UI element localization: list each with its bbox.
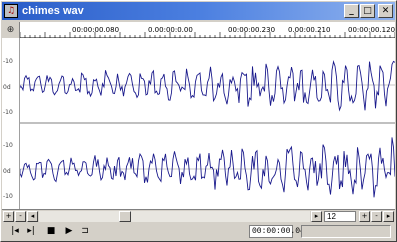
zoom-fit-icon[interactable]: ⊕ (2, 22, 20, 38)
window-title: chimes wav (22, 5, 84, 17)
amplitude-scale: -10 0d -10 -10 0d -10 (2, 38, 20, 209)
scroll-track[interactable] (39, 211, 310, 222)
channel-2-waveform (20, 137, 395, 198)
top-scale-upper: -10 (3, 58, 13, 65)
zoom-out-button[interactable]: - (15, 211, 26, 222)
audio-editor-window: ♫ chimes wav _ □ ✕ ⊕ 00:00:00.080 0.00:0… (0, 0, 397, 242)
title-bar[interactable]: ♫ chimes wav _ □ ✕ (2, 2, 395, 20)
ruler-label-5: 00:00:00.120 (348, 26, 395, 34)
vertical-zoom-out-button[interactable]: - (371, 211, 382, 222)
bottom-scale-lower: -10 (3, 193, 13, 200)
horizontal-scrollbar[interactable]: + - ◂ ▸ 12 + - ▸ (2, 209, 395, 222)
top-scale-lower: -10 (3, 109, 13, 116)
rewind-button[interactable]: |◂ (8, 225, 22, 238)
ruler-ticks: 00:00:00.080 0.00:00:0.00 00:00:00.230 0… (20, 26, 395, 38)
forward-button[interactable]: ▸| (24, 225, 38, 238)
zoom-level-field[interactable]: 12 (324, 211, 356, 222)
top-scale-center: 0d (3, 84, 11, 91)
loop-button[interactable]: ⊐ (78, 225, 92, 238)
waveform-canvas[interactable] (20, 38, 395, 209)
ruler-label-1: 00:00:00.080 (72, 26, 119, 34)
channel-1-waveform (20, 60, 395, 112)
position-readout: 00:00:00.04 (249, 225, 305, 238)
close-button[interactable]: ✕ (378, 4, 393, 18)
play-button[interactable]: ▶ (62, 225, 76, 238)
ruler-label-3: 00:00:00.230 (228, 26, 275, 34)
status-panel (301, 225, 391, 238)
scroll-left-button[interactable]: ◂ (27, 211, 38, 222)
bottom-scale-upper: -10 (3, 142, 13, 149)
minimize-button[interactable]: _ (344, 4, 359, 18)
zoom-in-button[interactable]: + (3, 211, 14, 222)
time-ruler[interactable]: ⊕ 00:00:00.080 0.00:00:0.00 00:00:00.230… (2, 22, 395, 38)
stop-button[interactable]: ■ (44, 225, 58, 238)
transport-bar: |◂ ▸| ■ ▶ ⊐ 00:00:00.04 (2, 222, 395, 241)
ruler-label-2: 0.00:00:0.00 (148, 26, 193, 34)
scroll-thumb[interactable] (119, 211, 131, 222)
scroll-right-button[interactable]: ▸ (311, 211, 322, 222)
maximize-button[interactable]: □ (360, 4, 375, 18)
bottom-scale-center: 0d (3, 168, 11, 175)
window-controls: _ □ ✕ (344, 4, 393, 18)
app-icon[interactable]: ♫ (4, 4, 18, 18)
ruler-label-4: 0.00:00.210 (288, 26, 330, 34)
scroll-end-button[interactable]: ▸ (383, 211, 394, 222)
vertical-zoom-in-button[interactable]: + (359, 211, 370, 222)
waveform-view[interactable]: -10 0d -10 -10 0d -10 (2, 38, 395, 209)
